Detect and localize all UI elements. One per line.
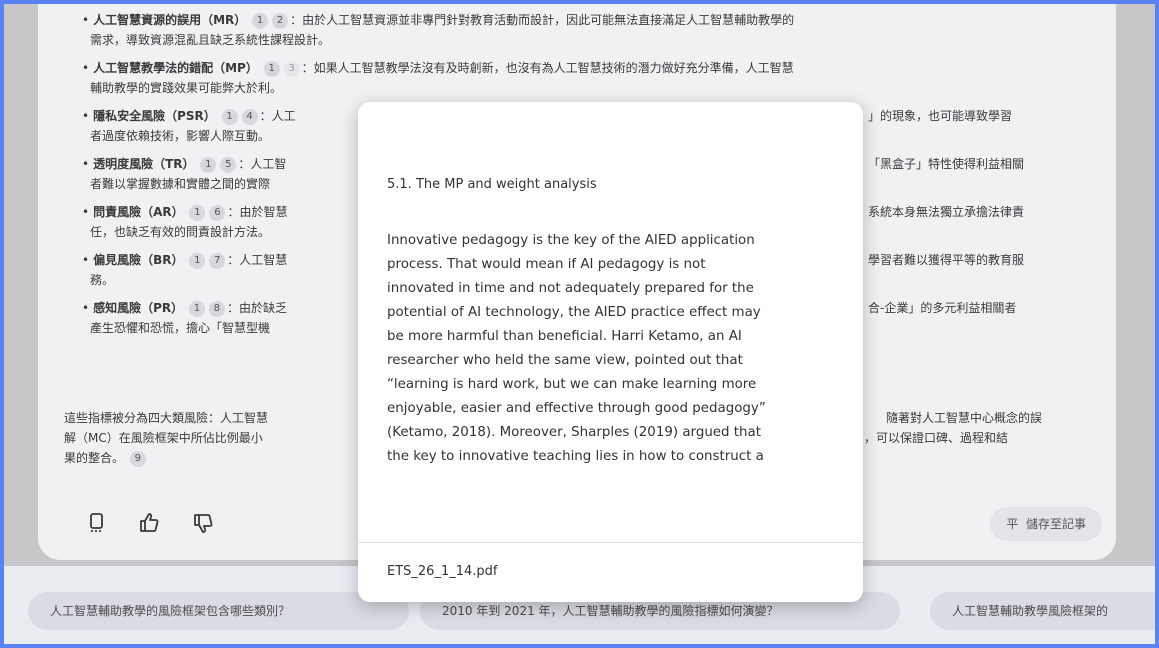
excerpt-line: innovated in time and not adequately pre… bbox=[387, 281, 754, 296]
summary-text: 解（MC）在風險框架中所佔比例最小 bbox=[64, 431, 263, 445]
citation-badge[interactable]: 4 bbox=[241, 108, 258, 125]
bullet-text-right: 」的現象，也可能導致學習 bbox=[868, 109, 1013, 123]
suggestion-chip[interactable]: 人工智慧輔助教學風險框架的 bbox=[930, 592, 1159, 630]
citation-badge[interactable]: 5 bbox=[220, 156, 237, 173]
suggestion-chip[interactable]: 人工智慧輔助教學的風險框架包含哪些類別？ bbox=[28, 592, 409, 630]
bullet-heading: 問責風險（AR） bbox=[93, 205, 184, 219]
excerpt-line: the key to innovative teaching lies in h… bbox=[387, 449, 764, 464]
bullet-text: ：由於智慧 bbox=[227, 205, 288, 219]
bullet-heading: 偏見風險（BR） bbox=[93, 253, 184, 267]
source-excerpt: Innovative pedagogy is the key of the AI… bbox=[387, 229, 843, 469]
bullet-text: ：人工智 bbox=[238, 157, 287, 171]
bullet-item-mr: • 人工智慧資源的誤用（MR） 1 2 ：由於人工智慧資源並非專門針對教育活動而設計，… bbox=[82, 10, 1082, 50]
excerpt-line: (Ketamo, 2018). Moreover, Sharples (2019… bbox=[387, 425, 761, 440]
summary-text-right: 隨著對人工智慧中心概念的誤 bbox=[886, 411, 1043, 425]
bullet-text-right: 「黑盒子」特性使得利益相關 bbox=[868, 157, 1025, 171]
citation-badge[interactable]: 1 bbox=[188, 300, 205, 317]
excerpt-line: be more harmful than beneficial. Harri K… bbox=[387, 329, 742, 344]
citation-badge[interactable]: 1 bbox=[189, 252, 206, 269]
pin-icon: 平 bbox=[1006, 517, 1019, 531]
bullet-dot: • bbox=[82, 109, 90, 123]
bullet-heading: 透明度風險（TR） bbox=[93, 157, 195, 171]
citation-badge[interactable]: 8 bbox=[208, 300, 225, 317]
excerpt-line: “learning is hard work, but we can make … bbox=[387, 377, 757, 392]
source-section-title: 5.1. The MP and weight analysis bbox=[387, 177, 597, 192]
save-to-note-label: 儲存至記事 bbox=[1025, 517, 1086, 531]
frame-border bbox=[0, 0, 4, 648]
summary-text: 這些指標被分為四大類風險：人工智慧 bbox=[64, 411, 269, 425]
source-file-link[interactable]: ETS_26_1_14.pdf bbox=[387, 564, 497, 579]
frame-border bbox=[0, 0, 1159, 4]
bullet-text-right: 系統本身無法獨立承擔法律責 bbox=[868, 205, 1025, 219]
excerpt-line: process. That would mean if AI pedagogy … bbox=[387, 257, 706, 272]
thumbs-up-icon[interactable] bbox=[136, 512, 162, 538]
bullet-dot: • bbox=[82, 157, 90, 171]
bullet-heading: 感知風險（PR） bbox=[93, 301, 184, 315]
citation-badge[interactable]: 1 bbox=[263, 60, 280, 77]
citation-badge[interactable]: 1 bbox=[189, 204, 206, 221]
bullet-text: ：由於缺乏 bbox=[226, 301, 287, 315]
bullet-heading: 人工智慧資源的誤用（MR） bbox=[93, 13, 247, 27]
excerpt-line: researcher who held the same view, point… bbox=[387, 353, 743, 368]
bullet-heading: 隱私安全風險（PSR） bbox=[93, 109, 216, 123]
frame-border bbox=[0, 644, 1159, 648]
bullet-dot: • bbox=[82, 253, 90, 267]
bullet-text-continued: 需求，導致資源混亂且缺乏系統性課程設計。 bbox=[90, 33, 331, 47]
bullet-text-right: 合-企業」的多元利益相關者 bbox=[868, 301, 1017, 315]
excerpt-line: enjoyable, easier and effective through … bbox=[387, 401, 766, 416]
bullet-item-mp: • 人工智慧教學法的錯配（MP） 1 3 ：如果人工智慧教學法沒有及時創新，也沒有為人… bbox=[82, 58, 1082, 98]
summary-text: 果的整合。 bbox=[64, 451, 125, 465]
bullet-dot: • bbox=[82, 301, 90, 315]
bullet-dot: • bbox=[82, 61, 90, 75]
citation-badge[interactable]: 9 bbox=[129, 450, 146, 467]
bullet-text: ：由於人工智慧資源並非專門針對教育活動而設計，因此可能無法直接滿足人工智慧輔助教… bbox=[290, 13, 795, 27]
citation-badge[interactable]: 1 bbox=[221, 108, 238, 125]
save-to-note-button[interactable]: 平 儲存至記事 bbox=[990, 507, 1102, 541]
citation-badge[interactable]: 1 bbox=[252, 12, 269, 29]
citation-badge[interactable]: 3 bbox=[283, 60, 300, 77]
source-preview-popup[interactable]: 5.1. The MP and weight analysis Innovati… bbox=[358, 102, 863, 602]
citation-badge[interactable]: 2 bbox=[272, 12, 289, 29]
citation-badge[interactable]: 1 bbox=[200, 156, 217, 173]
excerpt-line: potential of AI technology, the AIED pra… bbox=[387, 305, 761, 320]
bullet-heading: 人工智慧教學法的錯配（MP） bbox=[93, 61, 258, 75]
bullet-text: ：如果人工智慧教學法沒有及時創新，也沒有為人工智慧技術的潛力做好充分準備，人工智… bbox=[301, 61, 794, 75]
bullet-text-continued: 輔助教學的實踐效果可能弊大於利。 bbox=[90, 81, 283, 95]
bullet-text: ：人工智慧 bbox=[227, 253, 288, 267]
bullet-dot: • bbox=[82, 205, 90, 219]
thumbs-down-icon[interactable] bbox=[190, 512, 216, 538]
copy-icon[interactable] bbox=[84, 512, 110, 538]
divider bbox=[358, 542, 863, 543]
citation-badge[interactable]: 6 bbox=[209, 204, 226, 221]
frame-border bbox=[1155, 0, 1159, 648]
citation-badge[interactable]: 7 bbox=[209, 252, 226, 269]
summary-text-right: ，可以保證口碑、過程和結 bbox=[864, 431, 1009, 445]
excerpt-line: Innovative pedagogy is the key of the AI… bbox=[387, 233, 755, 248]
bullet-dot: • bbox=[82, 13, 90, 27]
bullet-text: ：人工 bbox=[259, 109, 296, 123]
bullet-text-right: 學習者難以獲得平等的教育服 bbox=[868, 253, 1025, 267]
